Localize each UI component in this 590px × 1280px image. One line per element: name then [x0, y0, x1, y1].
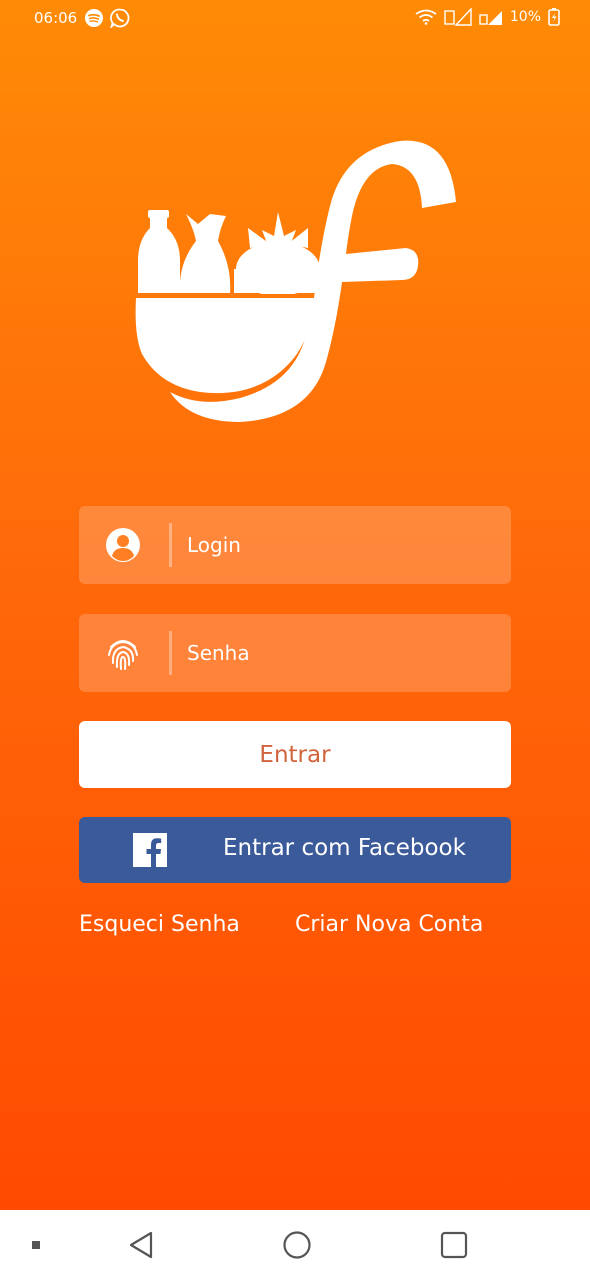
field-divider	[169, 631, 172, 675]
recents-button[interactable]	[431, 1210, 477, 1280]
spotify-icon	[85, 9, 103, 27]
fingerprint-icon	[108, 640, 138, 670]
back-button[interactable]	[118, 1210, 164, 1280]
create-account-link[interactable]: Criar Nova Conta	[295, 912, 483, 937]
recents-icon	[440, 1231, 468, 1259]
field-divider	[169, 523, 172, 567]
battery-percentage: 10%	[509, 9, 541, 25]
signal-icon	[444, 8, 472, 26]
login-input[interactable]	[187, 506, 487, 584]
login-field[interactable]	[79, 506, 511, 584]
system-status-icons: 10%	[415, 8, 560, 26]
back-icon	[129, 1231, 153, 1259]
navigation-bar	[0, 1210, 590, 1280]
grocery-bag-logo-icon	[135, 140, 456, 422]
home-button[interactable]	[274, 1210, 320, 1280]
battery-icon	[548, 8, 560, 26]
password-input[interactable]	[187, 614, 487, 692]
user-icon	[106, 528, 140, 562]
signal-icon	[479, 11, 502, 25]
facebook-login-button[interactable]: Entrar com Facebook	[79, 817, 511, 883]
status-bar: 06:06 10%	[0, 0, 590, 38]
notification-icons	[84, 8, 130, 28]
status-time: 06:06	[34, 9, 78, 27]
app-screen: 06:06 10% Login Entrar Entrar com Facebo…	[0, 0, 590, 1210]
menu-dot-button[interactable]	[24, 1210, 48, 1280]
login-button[interactable]: Entrar	[79, 721, 511, 788]
wifi-icon	[415, 9, 437, 25]
forgot-password-link[interactable]: Esqueci Senha	[79, 912, 240, 937]
password-field[interactable]	[79, 614, 511, 692]
menu-dot-icon	[32, 1241, 40, 1249]
facebook-login-label: Entrar com Facebook	[223, 835, 466, 861]
home-icon	[283, 1231, 311, 1259]
facebook-icon	[133, 833, 167, 867]
whatsapp-icon	[110, 8, 130, 28]
